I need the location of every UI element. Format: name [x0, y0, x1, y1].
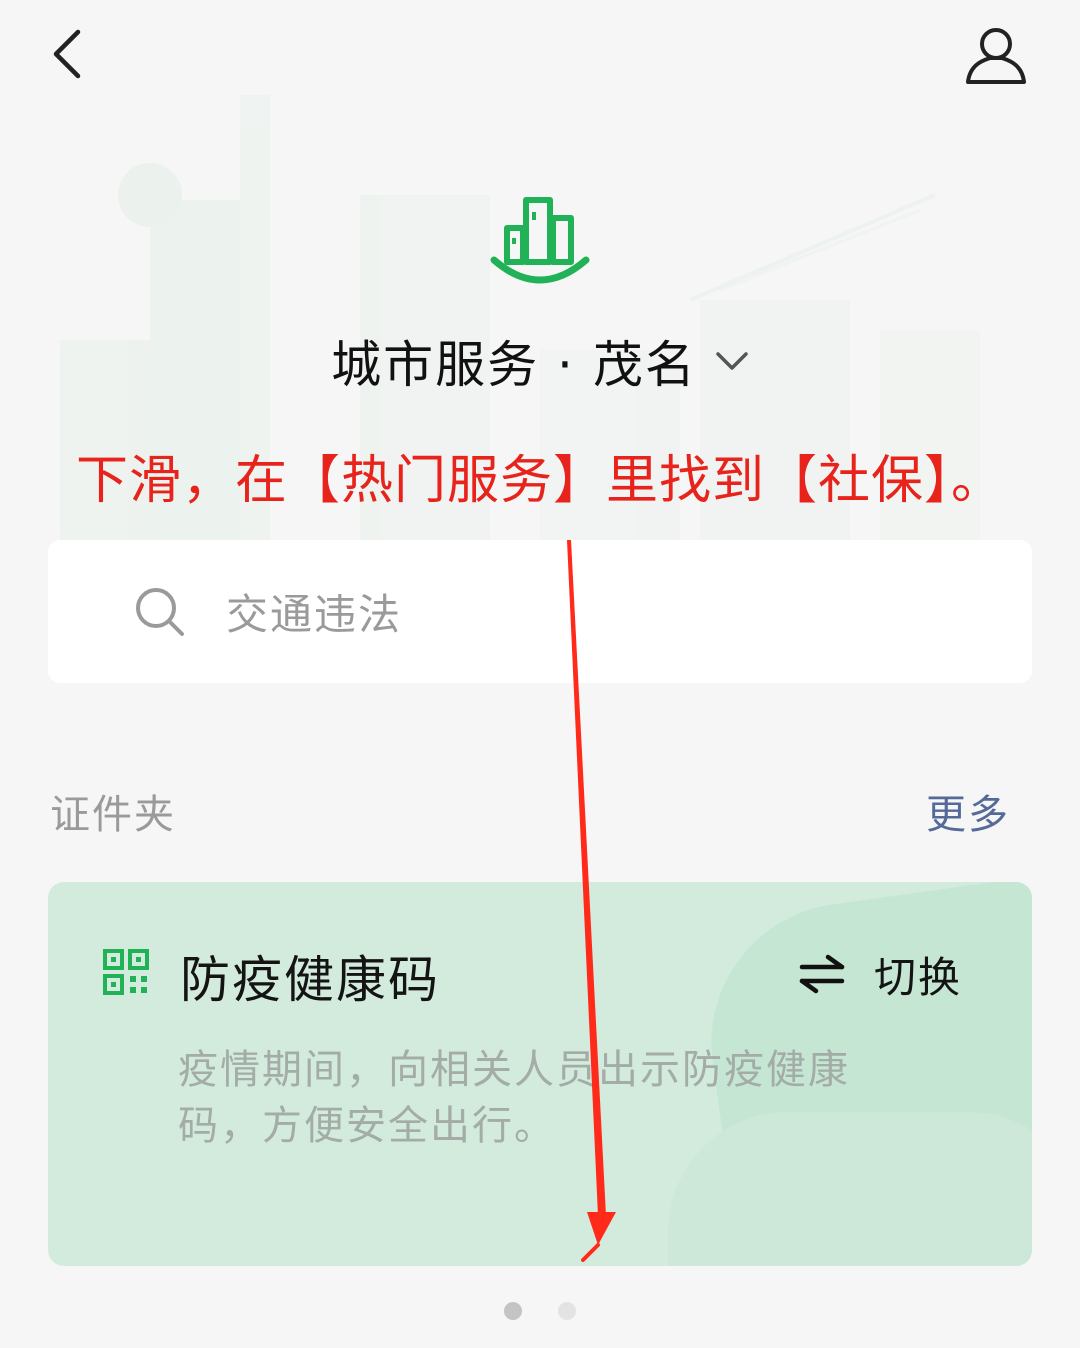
swap-arrows-icon[interactable] [798, 954, 846, 994]
health-code-description: 疫情期间，向相关人员出示防疫健康码，方便安全出行。 [178, 1047, 850, 1149]
pagination-dot[interactable] [504, 1302, 522, 1320]
qr-code-icon [103, 949, 149, 995]
user-icon [966, 28, 1026, 84]
pagination-dots [0, 1300, 1080, 1322]
chevron-left-icon [53, 29, 81, 79]
switch-button[interactable]: 切换 [874, 944, 962, 1005]
city-title: 城市服务 · 茂名 [331, 336, 697, 394]
city-selector[interactable]: 城市服务 · 茂名 [0, 326, 1080, 396]
instruction-text: 下滑，在【热门服务】里找到【社保】。 [75, 451, 1004, 511]
pagination-dot[interactable] [558, 1302, 576, 1320]
back-button[interactable] [40, 24, 100, 84]
search-box[interactable]: 交通违法 [48, 540, 1032, 683]
health-code-card[interactable]: 防疫健康码 切换 疫情期间，向相关人员出示防疫健康码，方便安全出行。 [48, 882, 1032, 1266]
id-folder-title: 证件夹 [50, 792, 176, 838]
profile-button[interactable] [960, 24, 1032, 90]
health-code-title: 防疫健康码 [180, 951, 440, 1009]
more-link[interactable]: 更多 [926, 782, 1010, 840]
search-placeholder: 交通违法 [226, 590, 403, 639]
city-buildings-icon [490, 197, 590, 284]
chevron-down-icon [716, 352, 748, 370]
search-icon [136, 587, 184, 636]
city-service-logo [486, 190, 594, 286]
